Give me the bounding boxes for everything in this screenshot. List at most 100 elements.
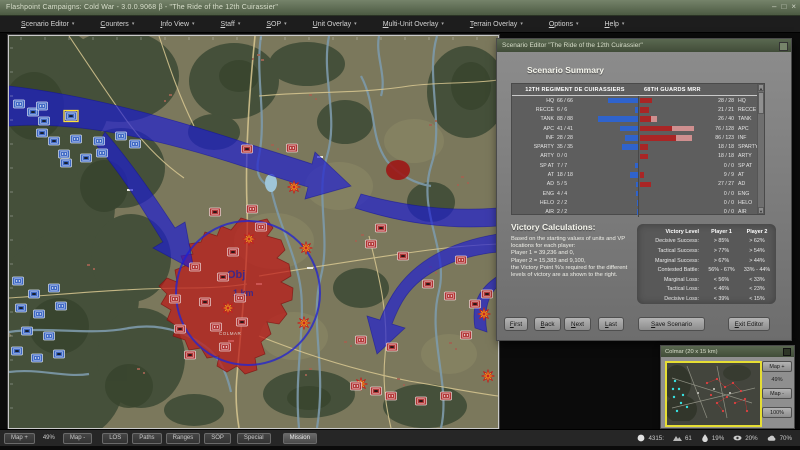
blue-unit-counter[interactable]: [49, 284, 60, 292]
blue-unit-counter[interactable]: [54, 350, 65, 358]
selected-unit-counter[interactable]: [64, 111, 78, 122]
scroll-down-icon[interactable]: ▼: [758, 207, 764, 214]
menu-item-help[interactable]: Help▾: [591, 21, 637, 28]
red-unit-counter[interactable]: [218, 273, 229, 281]
blue-unit-counter[interactable]: [12, 347, 23, 355]
toolbar-mission-button[interactable]: Mission: [283, 433, 317, 444]
dialog-title-bar[interactable]: Scenario Editor "The Ride of the 12th Cu…: [497, 39, 791, 52]
maximize-icon[interactable]: □: [781, 2, 786, 12]
menu-item-terrain-overlay[interactable]: Terrain Overlay▾: [457, 21, 536, 28]
blue-unit-counter[interactable]: [56, 302, 67, 310]
blue-unit-counter[interactable]: [59, 150, 70, 158]
blue-unit-counter[interactable]: [34, 310, 45, 318]
red-unit-counter[interactable]: [175, 325, 186, 333]
blue-unit-counter[interactable]: [81, 154, 92, 162]
red-unit-counter[interactable]: [423, 280, 434, 288]
toolbar-paths-button[interactable]: Paths: [132, 433, 161, 444]
toolbar-map--button[interactable]: Map +: [4, 433, 35, 444]
red-unit-counter[interactable]: [351, 382, 362, 390]
red-unit-counter[interactable]: [386, 392, 397, 400]
objective-marker[interactable]: [243, 233, 256, 246]
objective-marker[interactable]: [222, 302, 235, 315]
blue-unit-counter[interactable]: [61, 159, 72, 167]
red-unit-counter[interactable]: [242, 145, 253, 153]
red-unit-counter[interactable]: [211, 323, 222, 331]
red-unit-counter[interactable]: [398, 252, 409, 260]
red-unit-counter[interactable]: [416, 397, 427, 405]
red-unit-counter[interactable]: [228, 248, 239, 256]
red-unit-counter[interactable]: [376, 224, 387, 232]
next-button[interactable]: Next: [564, 317, 591, 331]
red-unit-counter[interactable]: [170, 295, 181, 303]
red-unit-counter[interactable]: [445, 292, 456, 300]
menu-item-info-view[interactable]: Info View▾: [147, 21, 207, 28]
toolbar-map--button[interactable]: Map -: [63, 433, 92, 444]
first-button[interactable]: First: [504, 317, 528, 331]
tactical-map[interactable]: Obj 1 km COLMAR: [9, 36, 498, 428]
map-viewport[interactable]: Obj 1 km COLMAR: [8, 35, 499, 429]
blue-unit-counter[interactable]: [14, 100, 25, 108]
menu-item-unit-overlay[interactable]: Unit Overlay▾: [300, 21, 370, 28]
blue-unit-counter[interactable]: [71, 135, 82, 143]
blue-unit-counter[interactable]: [37, 102, 48, 110]
scrollbar-thumb[interactable]: [758, 92, 764, 114]
blue-unit-counter[interactable]: [37, 129, 48, 137]
menu-item-multi-unit-overlay[interactable]: Multi-Unit Overlay▾: [370, 21, 457, 28]
minimap-view[interactable]: [665, 361, 762, 427]
red-unit-counter[interactable]: [247, 205, 258, 213]
close-icon[interactable]: ×: [791, 2, 796, 12]
red-unit-counter[interactable]: [190, 263, 201, 271]
blue-unit-counter[interactable]: [29, 290, 40, 298]
scroll-up-icon[interactable]: ▲: [758, 84, 764, 91]
red-unit-counter[interactable]: [470, 300, 481, 308]
blue-unit-counter[interactable]: [97, 149, 108, 157]
red-unit-counter[interactable]: [210, 208, 221, 216]
minimap-map--button[interactable]: Map +: [762, 361, 792, 372]
red-unit-counter[interactable]: [256, 223, 267, 231]
back-button[interactable]: Back: [534, 317, 561, 331]
red-unit-counter[interactable]: [371, 387, 382, 395]
minimap-map--button[interactable]: Map -: [762, 388, 792, 399]
save-scenario-button[interactable]: Save Scenario: [638, 317, 705, 331]
red-unit-counter[interactable]: [461, 331, 472, 339]
objective-marker[interactable]: [288, 181, 301, 194]
exit-editor-button[interactable]: Exit Editor: [728, 317, 770, 331]
red-unit-counter[interactable]: [441, 392, 452, 400]
red-unit-counter[interactable]: [200, 298, 211, 306]
blue-unit-counter[interactable]: [116, 132, 127, 140]
red-unit-counter[interactable]: [482, 290, 493, 298]
objective-marker[interactable]: [300, 242, 313, 255]
objective-marker[interactable]: [482, 370, 495, 383]
blue-unit-counter[interactable]: [44, 332, 55, 340]
red-unit-counter[interactable]: [220, 343, 231, 351]
blue-unit-counter[interactable]: [32, 354, 43, 362]
red-unit-counter[interactable]: [366, 240, 377, 248]
red-unit-counter[interactable]: [235, 294, 246, 302]
last-button[interactable]: Last: [598, 317, 624, 331]
summary-scrollbar[interactable]: ▲ ▼: [757, 84, 764, 214]
blue-unit-counter[interactable]: [16, 304, 27, 312]
blue-unit-counter[interactable]: [130, 140, 141, 148]
red-unit-counter[interactable]: [456, 256, 467, 264]
blue-unit-counter[interactable]: [13, 277, 24, 285]
minimize-icon[interactable]: –: [772, 2, 776, 12]
blue-unit-counter[interactable]: [39, 117, 50, 125]
red-unit-counter[interactable]: [356, 336, 367, 344]
objective-marker[interactable]: [298, 317, 311, 330]
minimap-title-bar[interactable]: Colmar (20 x 15 km): [661, 346, 794, 357]
menu-item-scenario-editor[interactable]: Scenario Editor▾: [8, 21, 87, 28]
toolbar-special-button[interactable]: Special: [237, 433, 271, 444]
toolbar-los-button[interactable]: LOS: [102, 433, 128, 444]
blue-unit-counter[interactable]: [22, 327, 33, 335]
red-unit-counter[interactable]: [237, 318, 248, 326]
red-unit-counter[interactable]: [287, 144, 298, 152]
menu-item-sop[interactable]: SOP▾: [253, 21, 299, 28]
menu-item-staff[interactable]: Staff▾: [208, 21, 254, 28]
red-unit-counter[interactable]: [185, 351, 196, 359]
menu-item-counters[interactable]: Counters▾: [87, 21, 147, 28]
toolbar-sop-button[interactable]: SOP: [204, 433, 231, 444]
menu-item-options[interactable]: Options▾: [536, 21, 592, 28]
blue-unit-counter[interactable]: [94, 137, 105, 145]
objective-marker[interactable]: [478, 308, 491, 321]
red-unit-counter[interactable]: [387, 343, 398, 351]
